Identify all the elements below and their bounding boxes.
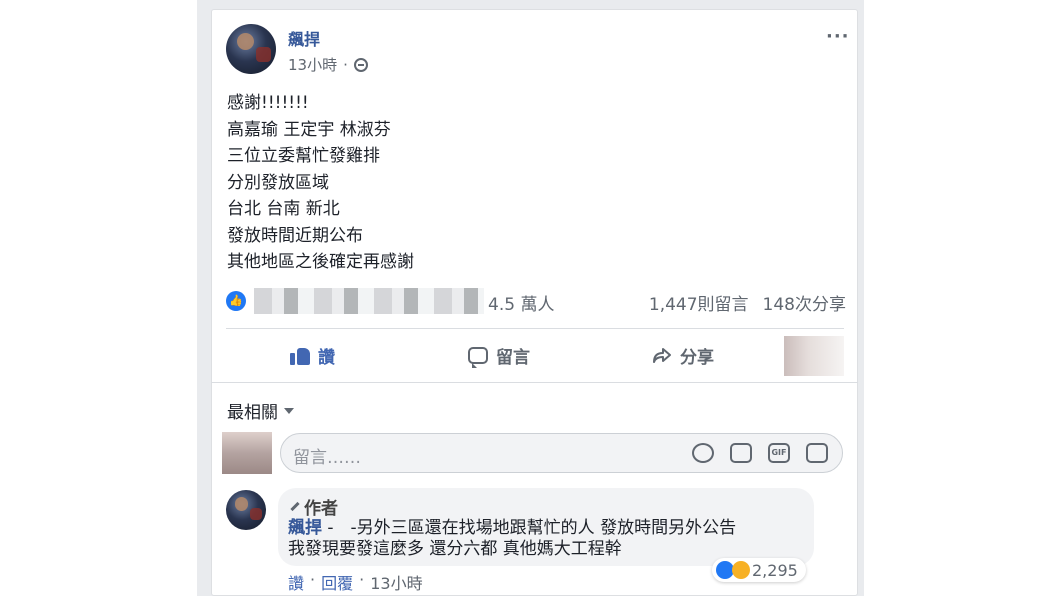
comment-placeholder: 留言…… [293, 448, 361, 468]
comment-time[interactable]: 13小時 [370, 570, 422, 594]
share-label: 分享 [680, 347, 714, 368]
post-stats: 👍 4.5 萬人 1,447則留言 148次分享 [226, 288, 846, 316]
post-meta: 13小時 · [288, 54, 368, 75]
camera-icon[interactable] [730, 443, 752, 463]
chevron-down-icon [284, 407, 294, 414]
comment-input[interactable]: 留言…… GIF [280, 433, 843, 473]
comments-count[interactable]: 1,447則留言 [649, 290, 749, 315]
author-badge-label: 作者 [304, 499, 338, 519]
shares-count[interactable]: 148次分享 [763, 290, 846, 315]
comment-actions: 讚 · 回覆 · 13小時 [288, 570, 423, 594]
post-time[interactable]: 13小時 [288, 54, 337, 75]
comment-button[interactable]: 留言 [468, 340, 530, 370]
post-line: 台北 台南 新北 [227, 199, 340, 219]
thumbs-up-icon [290, 345, 310, 365]
comment-like-link[interactable]: 讚 [288, 570, 304, 594]
reaction-count: 2,295 [752, 560, 798, 580]
comment-reactions[interactable]: 2,295 [712, 558, 806, 582]
comment-icon [468, 346, 488, 368]
composer-icons: GIF [692, 443, 828, 463]
more-options-icon[interactable]: ··· [826, 26, 850, 47]
like-button[interactable]: 讚 [290, 340, 335, 370]
likes-count[interactable]: 4.5 萬人 [488, 290, 554, 315]
share-button[interactable]: 分享 [652, 340, 714, 370]
blurred-names [254, 288, 484, 314]
pencil-icon [290, 501, 300, 512]
comment-reply-link[interactable]: 回覆 [321, 570, 353, 594]
author-badge: 作者 [290, 494, 338, 519]
divider [226, 328, 844, 329]
comment-line: - -另外三區還在找場地跟幫忙的人 發放時間另外公告 [322, 518, 737, 538]
post-body: 感謝!!!!!!! 高嘉瑜 王定宇 林淑芬 三位立委幫忙發雞排 分別發放區域 台… [227, 90, 414, 276]
post-line: 高嘉瑜 王定宇 林淑芬 [227, 119, 391, 140]
post-line: 發放時間近期公布 [227, 225, 363, 246]
stats-right: 1,447則留言 148次分享 [649, 290, 846, 315]
current-user-avatar [222, 432, 272, 474]
emoji-icon[interactable] [692, 443, 714, 463]
share-icon [652, 345, 672, 365]
haha-reaction-icon [732, 561, 750, 579]
gif-icon[interactable]: GIF [768, 443, 790, 463]
author-avatar[interactable] [226, 24, 276, 74]
comment-text: 飆捍 - -另外三區還在找場地跟幫忙的人 發放時間另外公告 我發現要發這麼多 還… [288, 518, 808, 560]
blurred-avatar [784, 336, 844, 376]
post-line: 感謝!!!!!!! [227, 93, 309, 113]
post-line: 分別發放區域 [227, 172, 329, 193]
comment-line: 我發現要發這麼多 還分六都 真他媽大工程幹 [288, 539, 622, 559]
commenter-name[interactable]: 飆捍 [288, 518, 322, 538]
globe-icon[interactable] [353, 57, 368, 72]
post-line: 其他地區之後確定再感謝 [227, 252, 414, 272]
post-line: 三位立委幫忙發雞排 [227, 146, 380, 166]
commenter-avatar[interactable] [226, 490, 266, 530]
sticker-icon[interactable] [806, 443, 828, 463]
comment-sort-dropdown[interactable]: 最相關 [227, 398, 294, 423]
comment-label: 留言 [496, 347, 530, 368]
author-name[interactable]: 飆捍 [288, 26, 320, 50]
like-reaction-icon: 👍 [226, 291, 246, 311]
like-label: 讚 [318, 347, 335, 368]
divider [211, 382, 858, 383]
sort-label: 最相關 [227, 403, 278, 423]
